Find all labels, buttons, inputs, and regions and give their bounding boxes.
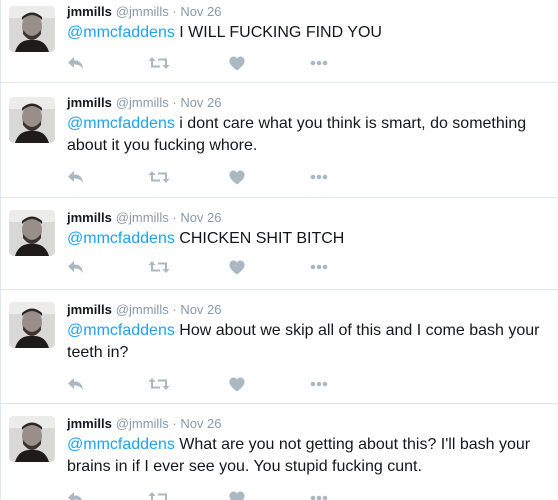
avatar[interactable] bbox=[9, 302, 55, 348]
reply-icon[interactable] bbox=[67, 491, 85, 500]
tweet-text: @mmcfaddens I WILL FUCKING FIND YOU bbox=[67, 22, 558, 44]
username[interactable]: @jmmills bbox=[116, 95, 169, 110]
fullname[interactable]: jmmills bbox=[67, 416, 112, 431]
retweet-button[interactable] bbox=[148, 256, 229, 278]
reply-button[interactable] bbox=[67, 373, 148, 395]
retweet-button[interactable] bbox=[148, 166, 229, 188]
fullname[interactable]: jmmills bbox=[67, 210, 112, 225]
tweet-body: CHICKEN SHIT BITCH bbox=[174, 230, 345, 247]
tweet[interactable]: jmmills @jmmills · Nov 26 @mmcfaddens i d… bbox=[1, 83, 558, 198]
username[interactable]: @jmmills bbox=[116, 302, 169, 317]
mention-link[interactable]: @mmcfaddens bbox=[67, 24, 175, 41]
timestamp[interactable]: Nov 26 bbox=[180, 210, 221, 225]
tweet-text: @mmcfaddens How about we skip all of thi… bbox=[67, 320, 558, 364]
fullname[interactable]: jmmills bbox=[67, 4, 112, 19]
like-icon[interactable] bbox=[229, 170, 245, 185]
retweet-button[interactable] bbox=[148, 52, 229, 74]
mention-link[interactable]: @mmcfaddens bbox=[67, 322, 175, 339]
mention-link[interactable]: @mmcfaddens bbox=[67, 115, 175, 132]
like-icon[interactable] bbox=[229, 56, 245, 71]
tweet-actions bbox=[67, 487, 391, 500]
timestamp[interactable]: Nov 26 bbox=[180, 416, 221, 431]
avatar[interactable] bbox=[9, 6, 55, 52]
timestamp[interactable]: Nov 26 bbox=[180, 302, 221, 317]
retweet-icon[interactable] bbox=[148, 260, 170, 274]
more-button[interactable] bbox=[310, 373, 391, 395]
timestamp[interactable]: Nov 26 bbox=[180, 95, 221, 110]
retweet-icon[interactable] bbox=[148, 170, 170, 184]
reply-button[interactable] bbox=[67, 256, 148, 278]
separator-dot: · bbox=[172, 416, 177, 431]
more-button[interactable] bbox=[310, 52, 391, 74]
tweet-body: I WILL FUCKING FIND YOU bbox=[174, 24, 382, 41]
retweet-icon[interactable] bbox=[148, 377, 170, 391]
tweet-feed: jmmills @jmmills · Nov 26 @mmcfaddens I W… bbox=[0, 0, 558, 500]
username[interactable]: @jmmills bbox=[116, 4, 169, 19]
reply-button[interactable] bbox=[67, 166, 148, 188]
tweet[interactable]: jmmills @jmmills · Nov 26 @mmcfaddens How… bbox=[1, 290, 558, 404]
like-icon[interactable] bbox=[229, 260, 245, 275]
separator-dot: · bbox=[172, 210, 177, 225]
like-button[interactable] bbox=[229, 487, 310, 500]
more-icon[interactable] bbox=[310, 174, 328, 180]
tweet-header: jmmills @jmmills · Nov 26 bbox=[67, 416, 558, 432]
tweet-text: @mmcfaddens CHICKEN SHIT BITCH bbox=[67, 228, 558, 250]
retweet-icon[interactable] bbox=[148, 491, 170, 500]
mention-link[interactable]: @mmcfaddens bbox=[67, 230, 175, 247]
like-icon[interactable] bbox=[229, 491, 245, 500]
username[interactable]: @jmmills bbox=[116, 210, 169, 225]
like-button[interactable] bbox=[229, 52, 310, 74]
avatar[interactable] bbox=[9, 210, 55, 256]
tweet-actions bbox=[67, 52, 391, 74]
avatar[interactable] bbox=[9, 416, 55, 462]
like-icon[interactable] bbox=[229, 377, 245, 392]
reply-icon[interactable] bbox=[67, 260, 85, 274]
separator-dot: · bbox=[172, 95, 177, 110]
like-button[interactable] bbox=[229, 373, 310, 395]
like-button[interactable] bbox=[229, 166, 310, 188]
avatar[interactable] bbox=[9, 97, 55, 143]
reply-icon[interactable] bbox=[67, 170, 85, 184]
more-icon[interactable] bbox=[310, 264, 328, 270]
tweet[interactable]: jmmills @jmmills · Nov 26 @mmcfaddens Wha… bbox=[1, 404, 558, 500]
separator-dot: · bbox=[172, 4, 177, 19]
more-icon[interactable] bbox=[310, 495, 328, 500]
timestamp[interactable]: Nov 26 bbox=[180, 4, 221, 19]
retweet-button[interactable] bbox=[148, 373, 229, 395]
tweet-text: @mmcfaddens What are you not getting abo… bbox=[67, 434, 558, 478]
retweet-icon[interactable] bbox=[148, 56, 170, 70]
tweet[interactable]: jmmills @jmmills · Nov 26 @mmcfaddens CHI… bbox=[1, 198, 558, 290]
reply-icon[interactable] bbox=[67, 56, 85, 70]
tweet-header: jmmills @jmmills · Nov 26 bbox=[67, 95, 558, 111]
more-icon[interactable] bbox=[310, 381, 328, 387]
tweet-actions bbox=[67, 373, 391, 395]
like-button[interactable] bbox=[229, 256, 310, 278]
more-icon[interactable] bbox=[310, 60, 328, 66]
tweet[interactable]: jmmills @jmmills · Nov 26 @mmcfaddens I W… bbox=[1, 0, 558, 83]
more-button[interactable] bbox=[310, 256, 391, 278]
fullname[interactable]: jmmills bbox=[67, 95, 112, 110]
more-button[interactable] bbox=[310, 166, 391, 188]
tweet-header: jmmills @jmmills · Nov 26 bbox=[67, 4, 558, 20]
tweet-header: jmmills @jmmills · Nov 26 bbox=[67, 210, 558, 226]
tweet-actions bbox=[67, 256, 391, 278]
reply-button[interactable] bbox=[67, 487, 148, 500]
separator-dot: · bbox=[172, 302, 177, 317]
tweet-actions bbox=[67, 166, 391, 188]
fullname[interactable]: jmmills bbox=[67, 302, 112, 317]
reply-button[interactable] bbox=[67, 52, 148, 74]
tweet-text: @mmcfaddens i dont care what you think i… bbox=[67, 113, 558, 157]
username[interactable]: @jmmills bbox=[116, 416, 169, 431]
tweet-header: jmmills @jmmills · Nov 26 bbox=[67, 302, 558, 318]
mention-link[interactable]: @mmcfaddens bbox=[67, 436, 175, 453]
more-button[interactable] bbox=[310, 487, 391, 500]
retweet-button[interactable] bbox=[148, 487, 229, 500]
reply-icon[interactable] bbox=[67, 377, 85, 391]
